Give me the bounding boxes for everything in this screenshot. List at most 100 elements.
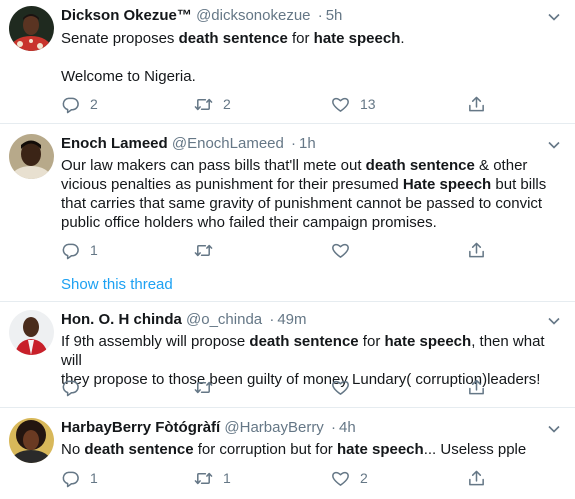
text-segment: but bills [491, 176, 547, 193]
text-segment: for [358, 333, 385, 350]
avatar[interactable] [9, 134, 54, 179]
separator-dot: · [269, 311, 275, 328]
avatar-image [9, 418, 54, 463]
like-icon [332, 97, 349, 112]
author-handle[interactable]: @dicksonokezue [196, 7, 310, 24]
text-segment: . [400, 30, 405, 47]
tweet-header: Hon. O. H chinda @o_chinda · 49m [61, 311, 307, 329]
reply-button[interactable]: 1 [61, 240, 98, 260]
chevron-down-icon[interactable] [547, 138, 561, 152]
timestamp[interactable]: 1h [299, 135, 316, 152]
like-button[interactable]: 13 [331, 94, 376, 114]
chevron-down-icon[interactable] [547, 10, 561, 24]
tweet-text-line: Senate proposes death sentence for hate … [61, 29, 561, 48]
reply-count: 1 [90, 242, 98, 258]
author-name[interactable]: Dickson Okezue™ [61, 7, 192, 24]
avatar[interactable] [9, 310, 54, 355]
text-segment: If 9th assembly will propose [61, 333, 250, 350]
text-segment: ... Useless pple [423, 441, 527, 458]
retweet-button[interactable]: 1 [194, 468, 231, 488]
retweet-button[interactable] [194, 377, 223, 397]
like-icon [332, 380, 349, 395]
reply-button[interactable] [61, 377, 90, 397]
author-name[interactable]: Hon. O. H chinda [61, 311, 182, 328]
author-name[interactable]: Enoch Lameed [61, 135, 168, 152]
retweet-button[interactable] [194, 240, 223, 260]
retweet-icon [194, 381, 213, 393]
like-icon [332, 243, 349, 258]
share-icon [469, 242, 484, 257]
reply-count: 2 [90, 96, 98, 112]
like-button[interactable] [331, 377, 360, 397]
tweet[interactable]: Enoch Lameed @EnochLameed · 1h Our law ma… [0, 125, 575, 302]
text-segment: vicious penalties as punishment for thei… [61, 176, 403, 193]
highlighted-term: Hate speech [402, 176, 492, 193]
tweet-header: Enoch Lameed @EnochLameed · 1h [61, 135, 316, 153]
highlighted-term: death sentence [178, 30, 288, 47]
avatar[interactable] [9, 6, 54, 51]
tweet[interactable]: Hon. O. H chinda @o_chinda · 49m If 9th a… [0, 303, 575, 408]
tweet-text-line: Welcome to Nigeria. [61, 67, 561, 86]
text-segment: & other [474, 157, 528, 174]
share-icon [469, 379, 484, 394]
timestamp[interactable]: 4h [339, 419, 356, 436]
avatar-image [9, 310, 54, 355]
tweet[interactable]: HarbayBerry Fòtógràfí @HarbayBerry · 4h N… [0, 409, 575, 499]
retweet-count: 2 [223, 96, 231, 112]
highlighted-term: death sentence [365, 157, 475, 174]
chevron-down-icon[interactable] [547, 422, 561, 436]
tweet-text: Senate proposes death sentence for hate … [61, 29, 561, 86]
like-button[interactable]: 2 [331, 468, 368, 488]
timestamp[interactable]: 5h [326, 7, 343, 24]
like-count: 2 [360, 470, 368, 486]
highlighted-term: hate speech [336, 441, 424, 458]
author-handle[interactable]: @HarbayBerry [224, 419, 323, 436]
text-segment: public office holders who failed their c… [61, 214, 437, 231]
avatar-image [9, 6, 54, 51]
text-segment: Senate proposes [61, 30, 179, 47]
tweet-text-line: public office holders who failed their c… [61, 213, 561, 232]
reply-icon [62, 471, 79, 487]
like-icon [332, 471, 349, 486]
tweet-actions: 1 [61, 240, 501, 260]
tweet-text-line: that carries that same gravity of punish… [61, 194, 561, 213]
text-segment: Our law makers can pass bills that'll me… [61, 157, 366, 174]
share-button[interactable] [467, 240, 486, 260]
tweet-text-line: Our law makers can pass bills that'll me… [61, 156, 561, 175]
share-button[interactable] [467, 468, 486, 488]
separator-dot: · [330, 419, 336, 436]
tweet-text-line [61, 48, 561, 67]
reply-count: 1 [90, 470, 98, 486]
reply-icon [62, 380, 79, 396]
highlighted-term: death sentence [84, 441, 194, 458]
tweet-header: HarbayBerry Fòtógràfí @HarbayBerry · 4h [61, 419, 356, 437]
tweet-header: Dickson Okezue™ @dicksonokezue · 5h [61, 7, 342, 25]
share-button[interactable] [467, 94, 486, 114]
chevron-down-icon[interactable] [547, 314, 561, 328]
author-handle[interactable]: @EnochLameed [172, 135, 284, 152]
tweet-actions: 2 2 13 [61, 94, 501, 114]
tweet-actions [61, 377, 501, 397]
text-segment: that carries that same gravity of punish… [61, 195, 543, 212]
share-button[interactable] [467, 377, 486, 397]
timestamp[interactable]: 49m [277, 311, 306, 328]
separator-dot: · [291, 135, 297, 152]
avatar-image [9, 134, 54, 179]
show-thread-link[interactable]: Show this thread [61, 276, 173, 294]
retweet-button[interactable]: 2 [194, 94, 231, 114]
reply-button[interactable]: 2 [61, 94, 98, 114]
retweet-icon [194, 244, 213, 256]
tweet-text: Our law makers can pass bills that'll me… [61, 156, 561, 232]
retweet-icon [194, 98, 213, 110]
reply-button[interactable]: 1 [61, 468, 98, 488]
tweet-actions: 1 1 2 [61, 468, 501, 488]
tweet-text-line: No death sentence for corruption but for… [61, 440, 561, 459]
tweet-text-line: If 9th assembly will propose death sente… [61, 332, 561, 370]
text-segment: No [61, 441, 85, 458]
like-button[interactable] [331, 240, 360, 260]
avatar[interactable] [9, 418, 54, 463]
tweet[interactable]: Dickson Okezue™ @dicksonokezue · 5h Senat… [0, 0, 575, 124]
author-handle[interactable]: @o_chinda [186, 311, 262, 328]
author-name[interactable]: HarbayBerry Fòtógràfí [61, 419, 220, 436]
highlighted-term: death sentence [249, 333, 359, 350]
